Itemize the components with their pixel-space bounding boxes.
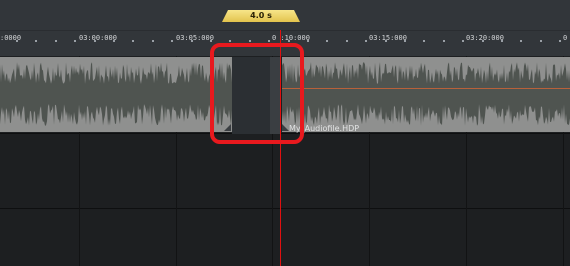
ruler-tick: [16, 40, 18, 42]
ruler-label: 03:20:000: [466, 34, 504, 42]
ruler-label: 0 :10:000: [272, 34, 310, 42]
ruler-tick: [559, 40, 561, 42]
ruler-tick: [288, 40, 290, 42]
audio-clip-right[interactable]: [282, 57, 570, 132]
ruler-tick: [501, 40, 503, 42]
waveform-shape: [282, 62, 570, 126]
ruler-tick: [540, 40, 542, 42]
ruler-tick: [423, 40, 425, 42]
ruler-tick: [210, 40, 212, 42]
waveform-shape: [0, 62, 232, 126]
ruler-tick: [346, 40, 348, 42]
ruler-tick: [74, 40, 76, 42]
ruler-tick: [171, 40, 173, 42]
ruler-label: 03:15:000: [369, 34, 407, 42]
track-divider: [0, 208, 570, 209]
ruler-tick: [404, 40, 406, 42]
ruler-tick: [365, 40, 367, 42]
waveform: [0, 62, 232, 126]
volume-line[interactable]: [282, 88, 570, 89]
ruler-tick: [462, 40, 464, 42]
ruler-tick: [132, 40, 134, 42]
ruler-tick: [307, 40, 309, 42]
ruler-tick: [326, 40, 328, 42]
ruler-tick: [268, 40, 270, 42]
ruler-tick: [482, 40, 484, 42]
ruler-label: 03:05:000: [176, 34, 214, 42]
ruler-tick: [520, 40, 522, 42]
ruler-tick: [249, 40, 251, 42]
ruler-tick: [152, 40, 154, 42]
ruler-tick: [385, 40, 387, 42]
highlight-box: [210, 43, 304, 144]
ruler-divider: [0, 30, 570, 31]
ruler-tick: [55, 40, 57, 42]
audio-clip-left[interactable]: [0, 57, 232, 132]
ruler-tick: [443, 40, 445, 42]
ruler-tick: [35, 40, 37, 42]
ruler-tick: [94, 40, 96, 42]
waveform: [282, 62, 570, 126]
ruler-label: 03:00:000: [79, 34, 117, 42]
ruler-label: 0: [563, 34, 568, 42]
ruler-tick: [191, 40, 193, 42]
ruler-tick: [229, 40, 231, 42]
ruler-tick: [113, 40, 115, 42]
duration-badge[interactable]: 4.0 s: [222, 10, 300, 22]
